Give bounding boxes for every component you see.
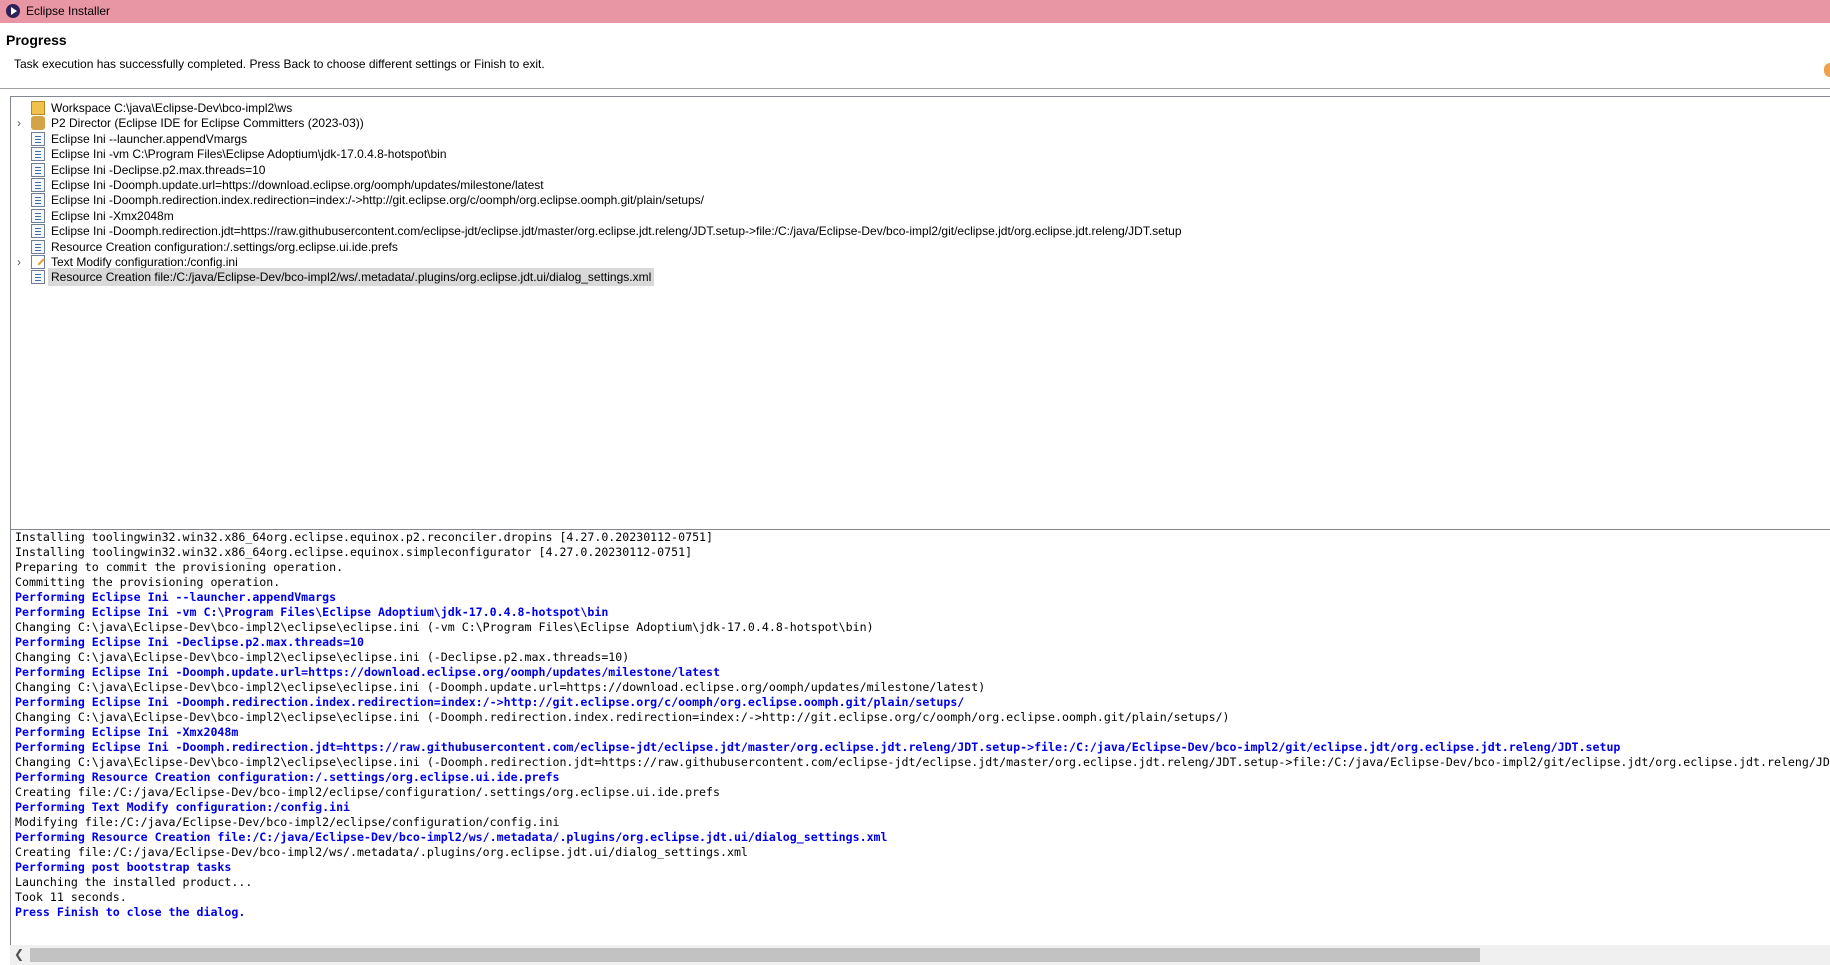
scrollbar-thumb[interactable] xyxy=(30,948,1480,962)
log-line: Performing post bootstrap tasks xyxy=(15,860,232,874)
log-line: Launching the installed product... xyxy=(15,875,253,889)
log-line: Performing Resource Creation file:/C:/ja… xyxy=(15,830,888,844)
log-line: Performing Eclipse Ini -Doomph.redirecti… xyxy=(15,740,1621,754)
log-line: Committing the provisioning operation. xyxy=(15,575,281,589)
resource-creation-icon xyxy=(31,270,45,285)
log-line: Took 11 seconds. xyxy=(15,890,127,904)
status-indicator-icon xyxy=(1824,63,1830,77)
log-line: Changing C:\java\Eclipse-Dev\bco-impl2\e… xyxy=(15,680,986,694)
log-line: Modifying file:/C:/java/Eclipse-Dev/bco-… xyxy=(15,815,560,829)
text-modify-icon xyxy=(31,255,45,269)
log-line: Installing toolingwin32.win32.x86_64org.… xyxy=(15,545,693,559)
log-line: Press Finish to close the dialog. xyxy=(15,905,246,919)
window-title: Eclipse Installer xyxy=(26,4,111,18)
eclipse-ini-icon xyxy=(31,162,45,177)
page-title: Progress xyxy=(6,32,67,48)
log-line: Performing Eclipse Ini --launcher.append… xyxy=(15,590,337,604)
eclipse-ini-icon xyxy=(31,131,45,146)
eclipse-ini-icon xyxy=(31,208,45,223)
log-output[interactable]: Installing toolingwin32.win32.x86_64org.… xyxy=(10,530,1830,945)
log-line: Changing C:\java\Eclipse-Dev\bco-impl2\e… xyxy=(15,650,630,664)
log-line: Performing Eclipse Ini -Doomph.redirecti… xyxy=(15,695,965,709)
log-line: Performing Eclipse Ini -Xmx2048m xyxy=(15,725,239,739)
eclipse-ini-icon xyxy=(31,147,45,162)
log-line: Performing Eclipse Ini -vm C:\Program Fi… xyxy=(15,605,609,619)
eclipse-ini-icon xyxy=(31,178,45,192)
workspace-icon xyxy=(31,101,45,115)
log-line: Creating file:/C:/java/Eclipse-Dev/bco-i… xyxy=(15,845,748,859)
resource-creation-icon xyxy=(31,239,45,254)
eclipse-ini-icon xyxy=(31,224,45,239)
log-line: Preparing to commit the provisioning ope… xyxy=(15,560,344,574)
log-line: Installing toolingwin32.win32.x86_64org.… xyxy=(15,530,714,544)
task-tree[interactable]: Workspace C:\java\Eclipse-Dev\bco-impl2\… xyxy=(10,96,1830,530)
log-line: Performing Resource Creation configurati… xyxy=(15,770,560,784)
log-line: Performing Eclipse Ini -Doomph.update.ur… xyxy=(15,665,720,679)
eclipse-installer-icon xyxy=(6,4,20,18)
header-divider xyxy=(0,88,1830,89)
window-titlebar: Eclipse Installer xyxy=(0,0,1830,23)
log-line: Creating file:/C:/java/Eclipse-Dev/bco-i… xyxy=(15,785,720,799)
log-line: Changing C:\java\Eclipse-Dev\bco-impl2\e… xyxy=(15,755,1830,769)
eclipse-ini-icon xyxy=(31,193,45,208)
page-description: Task execution has successfully complete… xyxy=(14,57,545,71)
log-line: Changing C:\java\Eclipse-Dev\bco-impl2\e… xyxy=(15,710,1230,724)
p2-director-icon xyxy=(31,116,45,131)
log-horizontal-scrollbar[interactable]: ❮ xyxy=(10,945,1830,965)
log-line: Performing Text Modify configuration:/co… xyxy=(15,800,351,814)
log-line: Changing C:\java\Eclipse-Dev\bco-impl2\e… xyxy=(15,620,874,634)
task-label: Resource Creation file:/C:/java/Eclipse-… xyxy=(48,268,655,287)
task-row[interactable]: Resource Creation file:/C:/java/Eclipse-… xyxy=(11,268,1011,287)
scroll-left-arrow-icon[interactable]: ❮ xyxy=(14,947,24,961)
progress-header: Progress Task execution has successfully… xyxy=(0,23,1830,88)
log-line: Performing Eclipse Ini -Declipse.p2.max.… xyxy=(15,635,365,649)
